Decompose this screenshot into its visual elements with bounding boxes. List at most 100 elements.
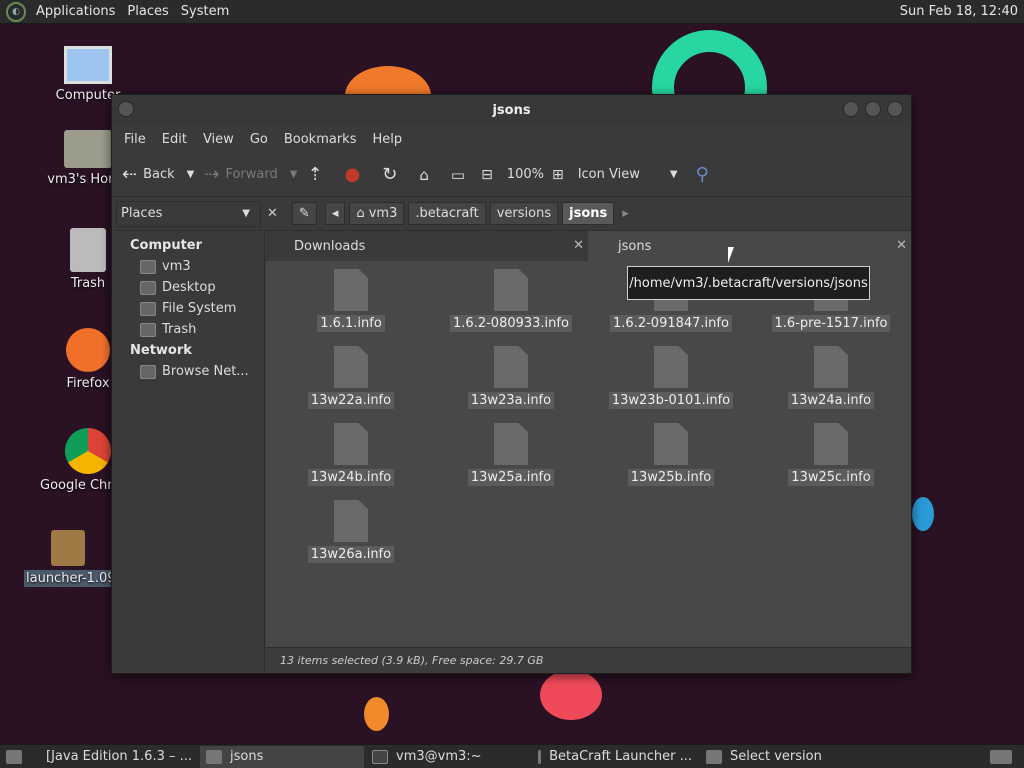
task-label: jsons — [230, 749, 264, 764]
file-item[interactable]: 13w24b.info — [281, 423, 421, 486]
tab-downloads[interactable]: Downloads ✕ — [266, 231, 588, 261]
crumb-scroll-right[interactable]: ▸ — [622, 206, 629, 221]
stop-button[interactable]: ● — [345, 164, 375, 185]
zoom-in-button[interactable]: ⊞ — [552, 167, 570, 183]
menu-logo-icon[interactable]: ◐ — [6, 1, 26, 22]
tab-jsons[interactable]: jsons ✕ — [590, 231, 911, 261]
menu-help[interactable]: Help — [364, 132, 410, 147]
menu-view[interactable]: View — [195, 132, 242, 147]
minimize-button[interactable] — [843, 101, 859, 117]
desktop-icon-launcher[interactable]: launcher-1.09 — [24, 530, 112, 587]
show-desktop-button[interactable] — [0, 746, 30, 768]
task-java-edition[interactable]: [Java Edition 1.6.3 – ... — [32, 746, 198, 768]
forward-label: Forward — [225, 167, 278, 182]
menu-bookmarks[interactable]: Bookmarks — [276, 132, 365, 147]
task-label: [Java Edition 1.6.3 – ... — [46, 749, 193, 764]
sidebar-item-trash[interactable]: Trash — [112, 319, 264, 340]
zoom-out-button[interactable]: ⊟ — [481, 167, 499, 183]
sidebar-item-vm3[interactable]: vm3 — [112, 256, 264, 277]
file-item[interactable]: 13w22a.info — [281, 346, 421, 409]
task-jsons[interactable]: jsons — [200, 745, 364, 768]
computer-icon — [64, 46, 112, 84]
file-name: 13w25b.info — [627, 469, 715, 486]
close-tab-icon[interactable]: ✕ — [896, 238, 907, 253]
stop-icon: ● — [344, 164, 361, 185]
crumb-vm3[interactable]: ⌂ vm3 — [349, 202, 405, 225]
sidebar-item-file-system[interactable]: File System — [112, 298, 264, 319]
menu-file[interactable]: File — [116, 132, 154, 147]
trash-icon — [140, 322, 156, 337]
crumb-scroll-left[interactable]: ◂ — [324, 202, 346, 225]
file-name: 13w22a.info — [307, 392, 395, 409]
edit-location-button[interactable]: ✎ — [291, 202, 317, 225]
computer-button[interactable]: ▭ — [451, 166, 473, 184]
file-name: 13w25c.info — [788, 469, 874, 486]
menu-edit[interactable]: Edit — [154, 132, 195, 147]
applications-menu[interactable]: Applications — [30, 4, 121, 19]
crumb-betacraft[interactable]: .betacraft — [408, 202, 486, 225]
file-name: 13w23b-0101.info — [608, 392, 734, 409]
close-sidebar-icon[interactable]: ✕ — [267, 206, 278, 221]
sidebar-item-label: Trash — [162, 322, 197, 337]
home-icon: ⌂ — [356, 206, 369, 221]
back-history-dropdown[interactable]: ▼ — [187, 169, 195, 180]
file-item[interactable]: 13w25b.info — [601, 423, 741, 486]
back-button[interactable]: ⇠ Back — [122, 164, 175, 185]
places-menu[interactable]: Places — [121, 4, 174, 19]
reload-icon: ↻ — [382, 164, 398, 185]
search-button[interactable]: ⚲ — [696, 164, 715, 185]
crumb-jsons[interactable]: jsons — [562, 202, 615, 225]
file-item[interactable]: 13w25a.info — [441, 423, 581, 486]
menu-go[interactable]: Go — [242, 132, 276, 147]
forward-history-dropdown[interactable]: ▼ — [290, 169, 298, 180]
file-item[interactable]: 13w26a.info — [281, 500, 421, 563]
task-terminal[interactable]: vm3@vm3:~ — [366, 746, 530, 768]
file-name: 13w24a.info — [787, 392, 875, 409]
home-button[interactable]: ⌂ — [419, 166, 443, 184]
zoom-level: 100% — [506, 167, 544, 182]
file-item[interactable]: 13w25c.info — [761, 423, 901, 486]
document-icon — [494, 346, 528, 388]
task-betacraft[interactable]: BetaCraft Launcher ... — [532, 746, 698, 768]
crumb-versions[interactable]: versions — [489, 202, 559, 225]
reload-button[interactable]: ↻ — [382, 164, 411, 185]
sidebar-item-label: File System — [162, 301, 237, 316]
workspace-icon — [990, 749, 1012, 764]
task-select-version[interactable]: Select version — [700, 746, 880, 768]
firefox-icon — [66, 328, 110, 372]
file-item[interactable]: 1.6.2-080933.info — [441, 269, 581, 332]
up-button[interactable]: ⇡ — [307, 164, 336, 185]
forward-button[interactable]: ⇢ Forward — [204, 164, 277, 185]
zoom-out-icon: ⊟ — [481, 166, 493, 183]
document-icon — [814, 423, 848, 465]
close-tab-icon[interactable]: ✕ — [573, 238, 584, 253]
maximize-button[interactable] — [865, 101, 881, 117]
file-item[interactable]: 13w23a.info — [441, 346, 581, 409]
sidebar-header-computer: Computer — [130, 238, 203, 253]
home-folder-icon — [64, 130, 112, 168]
file-item[interactable]: 1.6.1.info — [281, 269, 421, 332]
file-name: 1.6.2-080933.info — [450, 315, 572, 332]
up-arrow-icon: ⇡ — [307, 164, 323, 185]
wallpaper-blob — [364, 697, 389, 731]
window-title: jsons — [492, 102, 531, 118]
task-label: BetaCraft Launcher ... — [549, 749, 692, 764]
file-item[interactable]: 13w23b-0101.info — [601, 346, 741, 409]
folder-icon — [206, 749, 222, 764]
file-name: 13w23a.info — [467, 392, 555, 409]
file-item[interactable]: 13w24a.info — [761, 346, 901, 409]
clock[interactable]: Sun Feb 18, 12:40 — [900, 4, 1024, 19]
view-mode-select[interactable]: Icon View ▼ — [578, 167, 688, 182]
system-menu[interactable]: System — [175, 4, 235, 19]
window-titlebar[interactable]: jsons — [112, 95, 911, 125]
computer-icon: ▭ — [450, 165, 466, 184]
document-icon — [814, 346, 848, 388]
close-button[interactable] — [887, 101, 903, 117]
document-icon — [494, 269, 528, 311]
chevron-down-icon: ▼ — [669, 169, 678, 180]
sidebar-item-desktop[interactable]: Desktop — [112, 277, 264, 298]
workspace-switcher[interactable] — [984, 746, 1018, 768]
sidebar-item-browse-network[interactable]: Browse Net... — [112, 361, 264, 382]
window-menu-icon[interactable] — [118, 101, 134, 117]
sidebar-type-select[interactable]: Places ▼ — [116, 200, 261, 227]
